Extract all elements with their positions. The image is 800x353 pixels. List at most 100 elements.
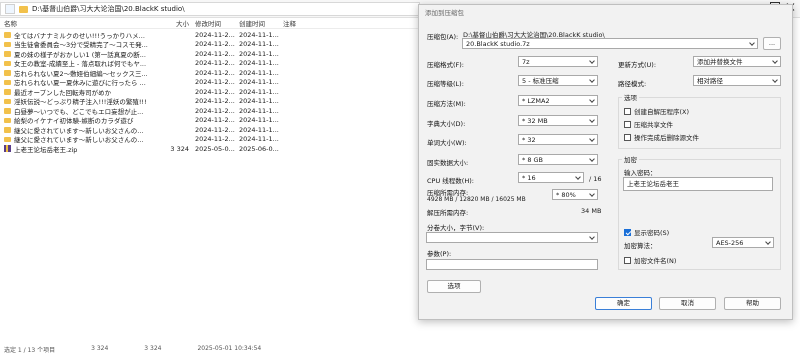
dict-value: * 32 MB (522, 117, 548, 125)
chevron-down-icon (772, 77, 778, 83)
table-row[interactable]: 淫妖伝説～どっぷり精子注入!!!淫妖の繁殖!!! 2024-11-2... 2024… (0, 97, 420, 107)
row-name: 夏の妹の様子がおかしい1 (第一話真夏の断... (0, 49, 168, 59)
folder-icon (4, 70, 11, 76)
status-bar: 选定 1 / 13 个项目 3 324 3 324 2025-05-01 10:… (0, 345, 420, 353)
status-size: 3 324 (91, 345, 109, 352)
row-name: 全てはバナナミルクのせい!!!うっかりハメ... (0, 30, 168, 40)
header-created[interactable]: 创建时间 (236, 18, 280, 28)
solid-label: 固实数据大小: (427, 159, 469, 167)
file-list-header: 名称 大小 修改时间 创建时间 注释 (0, 18, 420, 29)
delete-label: 操作完成后删除源文件 (634, 134, 699, 142)
row-created: 2024-11-1... (239, 30, 279, 39)
row-name: 継父に愛されています～新しいお父さんの... (0, 125, 168, 135)
ok-button[interactable]: 确定 (595, 297, 652, 310)
row-modified: 2024-11-2... (195, 106, 235, 115)
table-row[interactable]: 当生徒會委員会～3分で受精完了～コスモ発... 2024-11-2... 2024-… (0, 40, 420, 49)
folder-icon (19, 5, 28, 13)
dict-combo[interactable]: * 32 MB (518, 115, 598, 126)
table-row[interactable]: 夏の妹の様子がおかしい1 (第一話真夏の断... 2024-11-2... 2024… (0, 49, 420, 59)
table-row[interactable]: 女王の教室-成績至上 - 落点取れば何でもヤ... 2024-11-2... 202… (0, 59, 420, 68)
sfx-checkbox[interactable]: 创建自解压程序(X) (624, 106, 689, 116)
cancel-button[interactable]: 取消 (659, 297, 716, 310)
encryption-group-title: 加密 (622, 154, 639, 164)
format-value: 7z (522, 58, 530, 66)
update-value: 添加并替换文件 (697, 58, 743, 66)
status-selection: 选定 1 / 13 个项目 (4, 347, 56, 353)
mem-value: * 80% (556, 191, 576, 199)
header-name[interactable]: 名称 (0, 18, 168, 28)
zip-archive-icon (4, 145, 11, 153)
table-row[interactable]: 忘れられない夏一夏休みに遊びに行ったら ... 2024-11-2... 2024-… (0, 77, 420, 87)
row-created: 2024-11-1... (239, 97, 279, 106)
table-row[interactable]: 絵梨のイケナイ初体験-嫉断のカラダ遊び 2024-11-2... 2024-11-1… (0, 116, 420, 126)
table-row[interactable]: 白昼夢～いつでも、どこでもエロ妄想が止... 2024-11-2... 2024-1… (0, 106, 420, 116)
row-created: 2024-11-1... (239, 40, 279, 49)
header-note[interactable]: 注释 (280, 18, 340, 28)
table-row[interactable]: 全てはバナナミルクのせい!!!うっかりハメ... 2024-11-2... 2024… (0, 30, 420, 40)
password-label: 输入密码： (624, 169, 657, 177)
shared-checkbox[interactable]: 压缩共享文件 (624, 119, 673, 129)
row-name-text: 絵梨のイケナイ初体験-嫉断のカラダ遊び (14, 117, 134, 126)
sfx-label: 创建自解压程序(X) (634, 108, 690, 116)
enc-method-combo[interactable]: AES-256 (712, 237, 774, 248)
row-modified: 2024-11-2... (195, 125, 235, 134)
show-password-checkbox[interactable]: 显示密码(S) (624, 227, 669, 237)
folder-icon (4, 136, 11, 142)
encrypt-names-label: 加密文件名(N) (634, 257, 677, 265)
delete-checkbox[interactable]: 操作完成后删除源文件 (624, 132, 699, 142)
table-row[interactable]: 最近オープンした回転寿司がめか 2024-11-2... 2024-11-1... (0, 87, 420, 97)
shared-label: 压缩共享文件 (634, 121, 673, 129)
word-combo[interactable]: * 32 (518, 134, 598, 145)
header-modified[interactable]: 修改时间 (192, 18, 236, 28)
row-created: 2024-11-1... (239, 87, 279, 96)
row-modified: 2024-11-2... (195, 59, 235, 68)
row-modified: 2024-11-2... (195, 30, 235, 39)
row-created: 2024-11-1... (239, 125, 279, 134)
dict-label: 字典大小(D): (427, 120, 466, 128)
enc-method-label: 加密算法： (624, 242, 657, 250)
table-row[interactable]: 継父に愛されています～新しいお父さんの... 2024-11-2... 2024-1… (0, 125, 420, 135)
show-password-label: 显示密码(S) (634, 229, 670, 237)
table-row[interactable]: 忘れられない夏2～敷姪伯細編～セックス三... 2024-11-2... 2024-… (0, 68, 420, 78)
address-bar[interactable]: D:\基督山伯爵\习大大论治国\20.BlackK studio\ (0, 2, 420, 16)
help-button[interactable]: 帮助 (724, 297, 781, 310)
password-input[interactable]: 上老王论坛岳老王 (623, 177, 773, 191)
encrypt-names-checkbox[interactable]: 加密文件名(N) (624, 255, 676, 265)
checkbox-checked (624, 228, 631, 236)
param-input[interactable] (426, 259, 598, 270)
row-name-text: 上老王论坛岳老王.zip (14, 145, 78, 154)
archive-name-combo[interactable]: 20.BlackK studio.7z (462, 38, 758, 49)
chevron-down-icon (589, 191, 595, 197)
view-toggle-icon[interactable] (5, 4, 15, 14)
mem-combo[interactable]: * 80% (552, 189, 598, 200)
table-row[interactable]: 継父に愛されています～新しいお父さんの... 2024-11-2... 2024-1… (0, 135, 420, 144)
pathmode-combo[interactable]: 相对路径 (693, 75, 781, 86)
archive-name-value: 20.BlackK studio.7z (466, 40, 530, 48)
folder-icon (4, 51, 11, 57)
row-name: 白昼夢～いつでも、どこでもエロ妄想が止... (0, 106, 168, 116)
folder-icon (4, 41, 11, 47)
method-combo[interactable]: * LZMA2 (518, 95, 598, 106)
chevron-down-icon (589, 77, 595, 83)
format-label: 压缩格式(F): (427, 61, 465, 69)
chevron-down-icon (575, 174, 581, 180)
row-name: 最近オープンした回転寿司がめか (0, 87, 168, 97)
format-combo[interactable]: 7z (518, 56, 598, 67)
row-name: 忘れられない夏一夏休みに遊びに行ったら ... (0, 77, 168, 87)
solid-combo[interactable]: * 8 GB (518, 154, 598, 165)
update-combo[interactable]: 添加并替换文件 (693, 56, 781, 67)
table-row[interactable]: 上老王论坛岳老王.zip 3 324 2025-05-0... 2025-06-0..… (0, 144, 420, 154)
cpu-label: CPU 线程数(H): (427, 177, 474, 185)
level-combo[interactable]: 5 - 标准压缩 (518, 75, 598, 86)
folder-icon (4, 127, 11, 133)
address-path: D:\基督山伯爵\习大大论治国\20.BlackK studio\ (32, 5, 185, 13)
options-button[interactable]: 选项 (427, 280, 481, 293)
header-size[interactable]: 大小 (168, 18, 192, 28)
checkbox-box (624, 133, 631, 141)
checkbox-box (624, 107, 631, 115)
word-label: 单词大小(W): (427, 139, 467, 147)
split-combo[interactable] (426, 232, 598, 243)
cpu-combo[interactable]: * 16 (518, 172, 584, 183)
row-name-text: 淫妖伝説～どっぷり精子注入!!!淫妖の繁殖!!! (14, 98, 147, 107)
browse-button[interactable]: ... (763, 37, 781, 50)
